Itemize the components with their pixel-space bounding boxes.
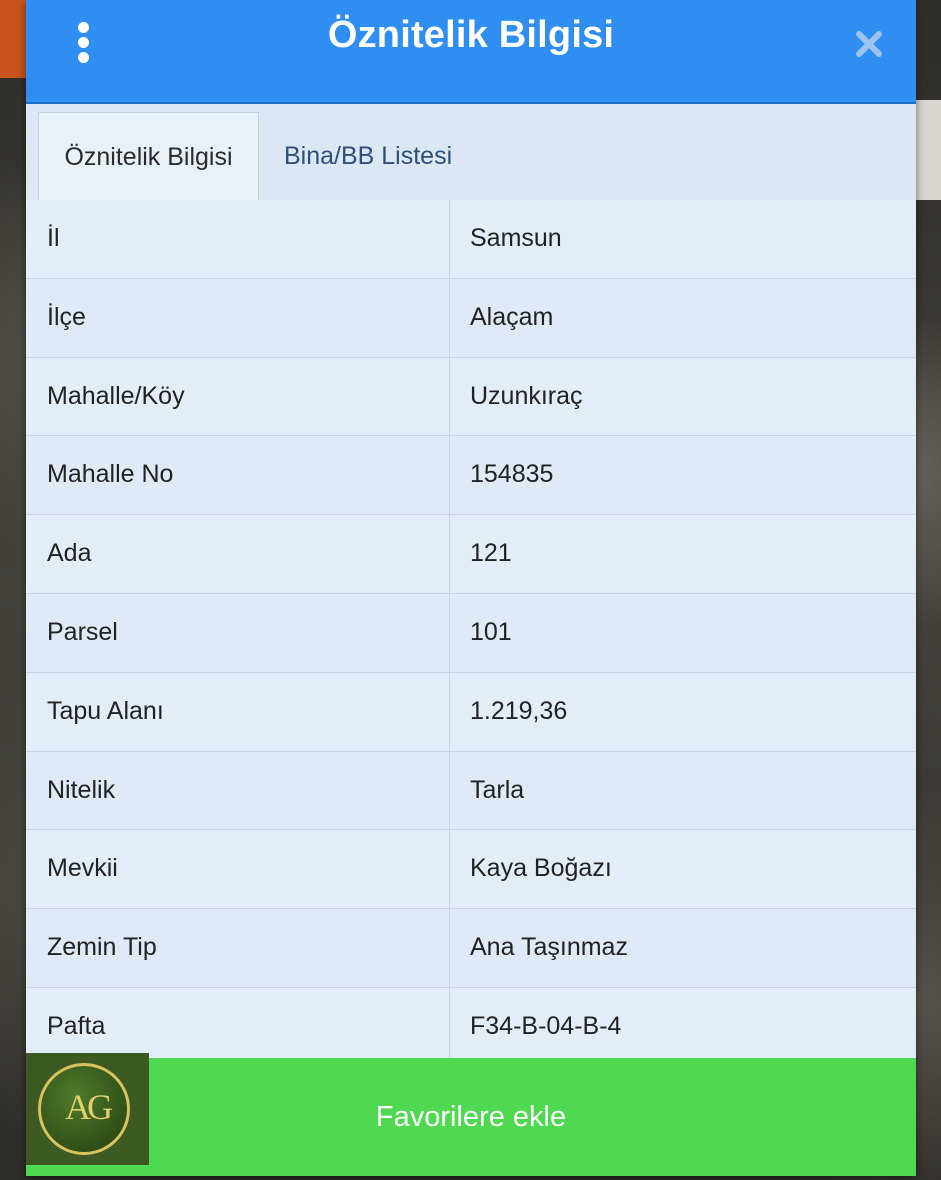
row-label: Mahalle/Köy	[47, 381, 185, 410]
table-row: Mahalle/Köy Uzunkıraç	[26, 357, 916, 437]
watermark-logo: AG	[26, 1053, 149, 1165]
row-value: 154835	[470, 460, 554, 489]
column-divider	[449, 830, 450, 909]
table-row: İl Samsun	[26, 200, 916, 279]
table-row: Pafta F34-B-04-B-4	[26, 987, 916, 1067]
table-row: Parsel 101	[26, 593, 916, 673]
row-label: Nitelik	[47, 775, 116, 804]
column-divider	[449, 593, 450, 672]
column-divider	[449, 515, 450, 594]
row-value: 1.219,36	[470, 696, 568, 725]
table-row: Zemin Tip Ana Taşınmaz	[26, 909, 916, 988]
row-value: Alaçam	[470, 302, 554, 331]
column-divider	[449, 987, 450, 1066]
row-label: Mevkii	[47, 854, 118, 883]
row-label: Ada	[47, 539, 92, 568]
tab-bar: Öznitelik Bilgisi Bina/BB Listesi	[26, 104, 916, 202]
row-value: Samsun	[470, 224, 562, 252]
row-value: Kaya Boğazı	[470, 854, 612, 883]
table-row: Nitelik Tarla	[26, 751, 916, 831]
tab-attribute-info[interactable]: Öznitelik Bilgisi	[38, 112, 259, 202]
row-value: Uzunkıraç	[470, 381, 583, 410]
tab-building-list[interactable]: Bina/BB Listesi	[284, 112, 452, 200]
column-divider	[449, 909, 450, 988]
row-label: Tapu Alanı	[47, 696, 164, 725]
row-value: F34-B-04-B-4	[470, 1011, 622, 1040]
row-value: 121	[470, 539, 512, 568]
dialog-title: Öznitelik Bilgisi	[327, 14, 615, 56]
dialog-header: Öznitelik Bilgisi	[26, 0, 916, 104]
attribute-info-dialog: Öznitelik Bilgisi Öznitelik Bilgisi Bina…	[26, 0, 916, 1176]
row-label: Parsel	[47, 617, 118, 646]
row-value: Tarla	[470, 775, 525, 804]
column-divider	[449, 200, 450, 278]
row-value: Ana Taşınmaz	[470, 933, 628, 962]
column-divider	[449, 278, 450, 357]
column-divider	[449, 751, 450, 830]
row-label: İl	[47, 224, 60, 252]
table-row: İlçe Alaçam	[26, 278, 916, 358]
logo-emblem: AG	[38, 1063, 130, 1155]
row-label: Mahalle No	[47, 460, 174, 489]
map-background-edge-right	[916, 100, 941, 200]
attribute-table: İl Samsun İlçe Alaçam Mahalle/Köy Uzunkı…	[26, 200, 916, 1067]
row-label: Zemin Tip	[47, 933, 157, 962]
add-to-favorites-button[interactable]: Favorilere ekle	[26, 1058, 916, 1176]
table-row: Ada 121	[26, 515, 916, 594]
row-value: 101	[470, 617, 512, 646]
close-icon[interactable]	[851, 26, 887, 62]
table-row: Mevkii Kaya Boğazı	[26, 830, 916, 910]
table-row: Tapu Alanı 1.219,36	[26, 672, 916, 752]
table-row: Mahalle No 154835	[26, 436, 916, 516]
column-divider	[449, 672, 450, 751]
column-divider	[449, 357, 450, 436]
column-divider	[449, 436, 450, 515]
logo-text: AG	[65, 1087, 113, 1127]
row-label: İlçe	[47, 302, 86, 331]
